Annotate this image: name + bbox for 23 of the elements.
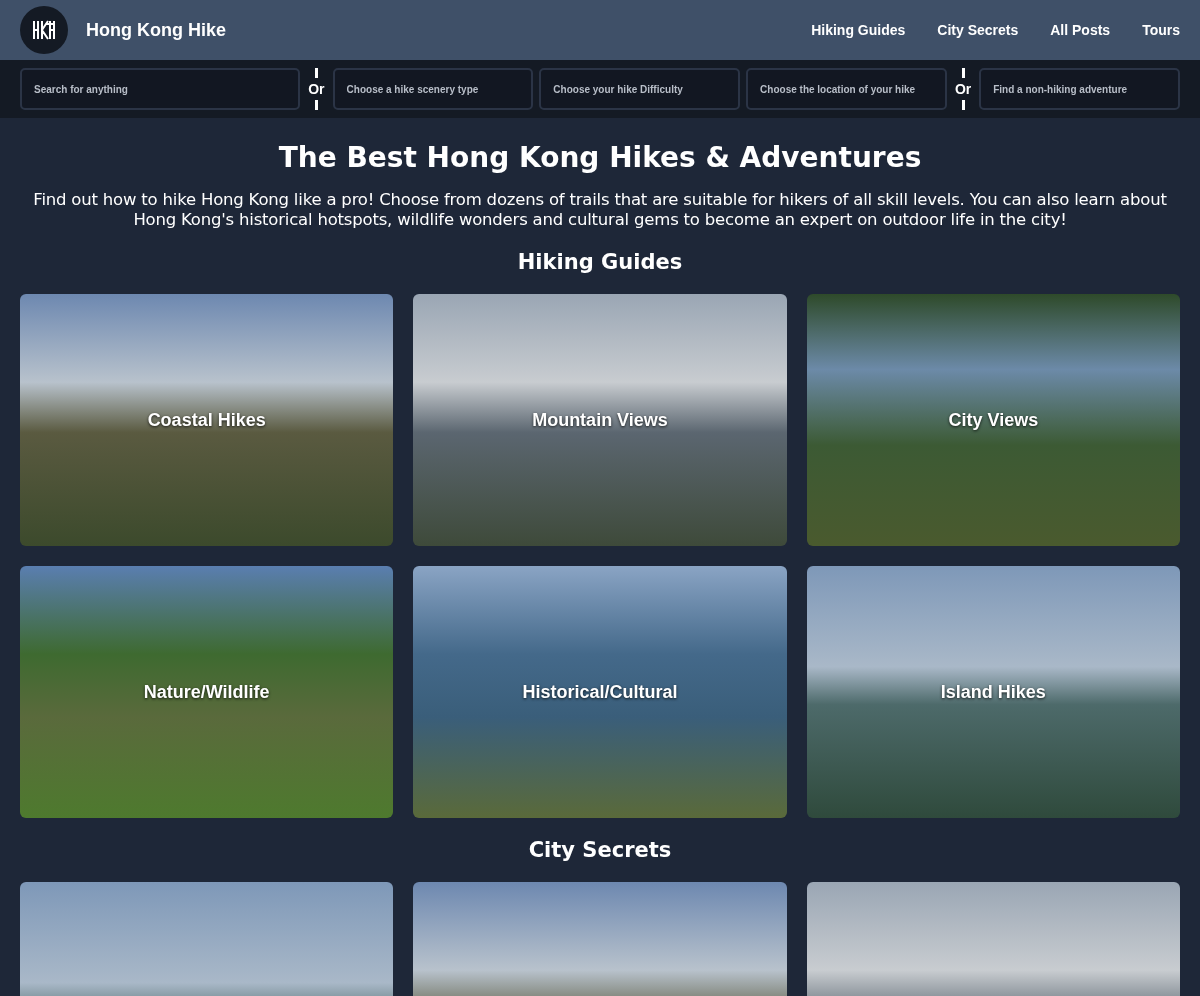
category-card[interactable]: Mountain Views <box>413 294 787 546</box>
nav-link[interactable]: Tours <box>1142 22 1180 38</box>
nav-link[interactable]: Hiking Guides <box>811 22 906 38</box>
category-card[interactable]: Historical/Cultural <box>413 566 787 818</box>
category-card[interactable]: Island Hikes <box>806 566 1180 818</box>
category-card[interactable]: Coastal Hikes <box>20 294 394 546</box>
nav-link[interactable]: All Posts <box>1050 22 1111 38</box>
logo-icon[interactable] <box>20 6 68 54</box>
section-heading: Hiking Guides <box>516 249 684 276</box>
or-label: Or <box>308 81 325 97</box>
category-card[interactable]: Nature/Wildlife <box>20 566 394 818</box>
filter-field[interactable]: Choose your hike Difficulty <box>539 68 741 110</box>
or-label: Or <box>954 81 972 97</box>
filter-field[interactable]: Choose a hike scenery type <box>332 68 534 110</box>
page-heading: The Best Hong Kong Hikes & Adventures <box>277 140 923 176</box>
filter-field[interactable]: Choose the location of your hike <box>746 68 947 110</box>
category-card[interactable]: City Views <box>806 294 1180 546</box>
site-title[interactable]: Hong Kong Hike <box>86 19 226 41</box>
section-heading: City Secrets <box>527 837 673 864</box>
filter-field[interactable]: Find a non-hiking adventure <box>979 68 1180 110</box>
nav-link[interactable]: City Secrets <box>937 22 1019 38</box>
intro-paragraph: Find out how to hike Hong Kong like a pro! Choose from dozens of trails that are suitable for hikers of all skill levels. You can also learn about Hong Kong's historical hotspots, wildlife wonders and cultural gems to become an expert on outdoor life in the city! <box>32 190 1168 230</box>
filter-field[interactable]: Search for anything <box>20 68 301 110</box>
